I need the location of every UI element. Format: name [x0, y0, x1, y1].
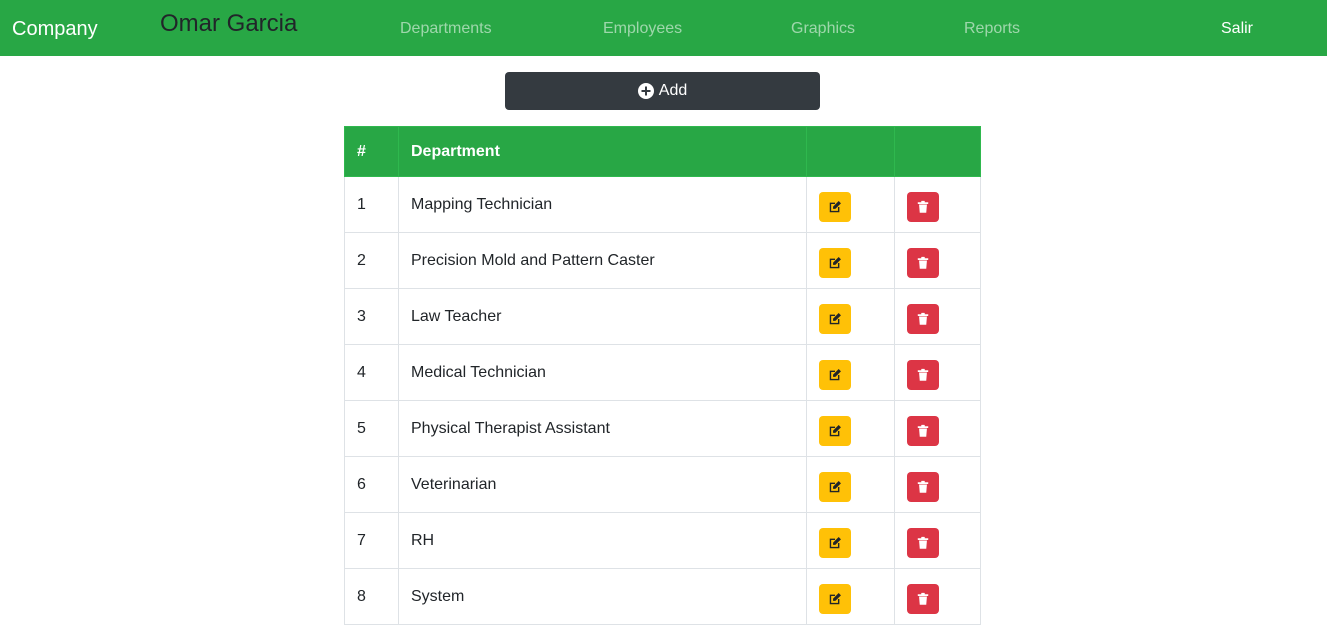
edit-cell [806, 232, 895, 289]
trash-icon [917, 312, 929, 325]
edit-icon [829, 256, 841, 268]
department-name: Law Teacher [398, 288, 807, 345]
trash-icon [917, 200, 929, 213]
delete-button[interactable] [907, 247, 939, 278]
trash-icon [917, 256, 929, 269]
header-edit [806, 126, 895, 177]
delete-cell [894, 288, 981, 345]
edit-cell [806, 344, 895, 401]
user-name: Omar Garcia [160, 10, 298, 37]
edit-button[interactable] [819, 527, 851, 558]
edit-button[interactable] [819, 191, 851, 222]
edit-cell [806, 512, 895, 569]
table-header-row: # Department [344, 126, 981, 177]
delete-cell [894, 512, 981, 569]
trash-icon [917, 480, 929, 493]
header-delete [894, 126, 981, 177]
edit-button[interactable] [819, 415, 851, 446]
row-number: 3 [344, 288, 399, 345]
delete-cell [894, 456, 981, 513]
header-department: Department [398, 126, 807, 177]
department-name: Mapping Technician [398, 176, 807, 233]
table-row: 2 Precision Mold and Pattern Caster [344, 232, 981, 289]
edit-button[interactable] [819, 247, 851, 278]
edit-icon [829, 200, 841, 212]
edit-cell [806, 400, 895, 457]
edit-button[interactable] [819, 471, 851, 502]
nav-link-graphics[interactable]: Graphics [791, 19, 855, 39]
edit-cell [806, 456, 895, 513]
edit-icon [829, 592, 841, 604]
nav-link-reports[interactable]: Reports [964, 19, 1020, 39]
edit-icon [829, 424, 841, 436]
department-name: Precision Mold and Pattern Caster [398, 232, 807, 289]
department-name: Physical Therapist Assistant [398, 400, 807, 457]
departments-table: # Department 1 Mapping Technician 2 Precisi… [344, 126, 981, 625]
row-number: 6 [344, 456, 399, 513]
trash-icon [917, 424, 929, 437]
trash-icon [917, 368, 929, 381]
delete-cell [894, 176, 981, 233]
delete-button[interactable] [907, 583, 939, 614]
table-row: 3 Law Teacher [344, 288, 981, 345]
trash-icon [917, 536, 929, 549]
brand-link[interactable]: Company [12, 17, 98, 41]
department-name: RH [398, 512, 807, 569]
department-name: System [398, 568, 807, 625]
edit-button[interactable] [819, 303, 851, 334]
row-number: 8 [344, 568, 399, 625]
delete-button[interactable] [907, 191, 939, 222]
add-department-button[interactable]: Add [505, 72, 820, 110]
nav-link-employees[interactable]: Employees [603, 19, 682, 39]
delete-button[interactable] [907, 527, 939, 558]
table-body: 1 Mapping Technician 2 Precision Mold and P… [344, 176, 981, 625]
delete-button[interactable] [907, 471, 939, 502]
department-name: Veterinarian [398, 456, 807, 513]
edit-icon [829, 312, 841, 324]
trash-icon [917, 592, 929, 605]
delete-button[interactable] [907, 359, 939, 390]
department-name: Medical Technician [398, 344, 807, 401]
nav-link-departments[interactable]: Departments [400, 19, 492, 39]
row-number: 4 [344, 344, 399, 401]
delete-cell [894, 400, 981, 457]
delete-cell [894, 232, 981, 289]
table-row: 7 RH [344, 512, 981, 569]
edit-icon [829, 536, 841, 548]
table-row: 5 Physical Therapist Assistant [344, 400, 981, 457]
edit-icon [829, 368, 841, 380]
table-row: 8 System [344, 568, 981, 625]
logout-link[interactable]: Salir [1221, 19, 1253, 39]
plus-circle-icon [637, 83, 654, 99]
table-row: 1 Mapping Technician [344, 176, 981, 233]
edit-cell [806, 568, 895, 625]
edit-cell [806, 176, 895, 233]
row-number: 7 [344, 512, 399, 569]
table-row: 4 Medical Technician [344, 344, 981, 401]
edit-icon [829, 480, 841, 492]
delete-button[interactable] [907, 303, 939, 334]
edit-cell [806, 288, 895, 345]
delete-cell [894, 344, 981, 401]
edit-button[interactable] [819, 583, 851, 614]
header-number: # [344, 126, 399, 177]
row-number: 5 [344, 400, 399, 457]
delete-button[interactable] [907, 415, 939, 446]
delete-cell [894, 568, 981, 625]
add-button-label: Add [658, 82, 688, 99]
table-row: 6 Veterinarian [344, 456, 981, 513]
top-navbar: Company Omar Garcia Departments Employee… [0, 0, 1327, 56]
row-number: 1 [344, 176, 399, 233]
row-number: 2 [344, 232, 399, 289]
edit-button[interactable] [819, 359, 851, 390]
